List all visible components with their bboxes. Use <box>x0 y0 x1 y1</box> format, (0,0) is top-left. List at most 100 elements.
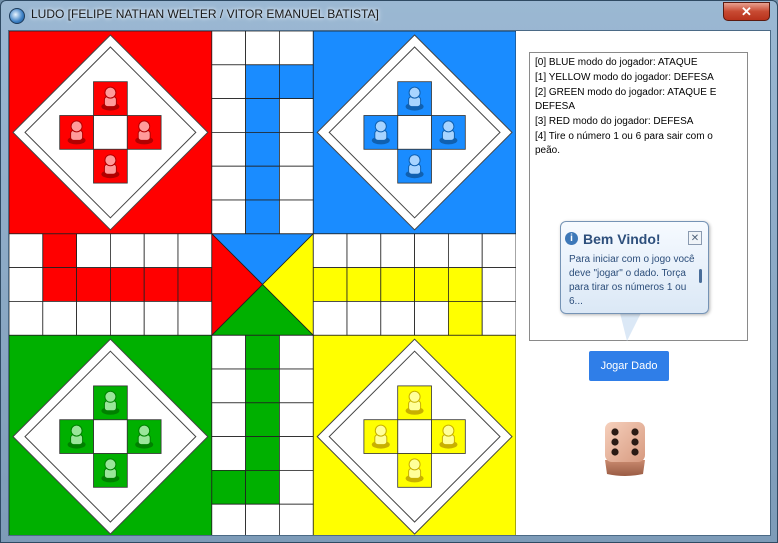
track-cell <box>278 469 314 505</box>
red-pawn-head <box>104 86 117 99</box>
track-cell <box>245 368 280 404</box>
track-cell <box>143 267 179 302</box>
track-cell <box>380 233 415 269</box>
message-line: [3] RED modo do jogador: DEFESA <box>535 116 694 127</box>
yellow-pawn-head <box>408 458 421 471</box>
track-cell <box>76 267 111 302</box>
dice-pip <box>611 448 619 456</box>
yellow-pawn-head <box>374 424 387 437</box>
track-cell <box>278 132 314 167</box>
green-pawn-head <box>138 424 151 437</box>
track-cell <box>447 300 483 336</box>
red-pawn-head <box>138 120 151 133</box>
track-cell <box>346 267 382 302</box>
dice-pip <box>631 448 639 456</box>
track-cell <box>380 300 415 336</box>
track-cell <box>278 31 314 66</box>
blue-pawn-head <box>442 120 455 133</box>
blue-pawn-head <box>408 154 421 167</box>
track-cell <box>245 132 280 167</box>
track-cell <box>177 267 213 302</box>
track-cell <box>245 31 280 66</box>
dice-icon[interactable] <box>601 420 649 478</box>
message-line: [4] Tire o número 1 ou 6 para sair com o <box>535 131 713 142</box>
track-cell <box>245 503 280 535</box>
track-cell <box>312 300 348 336</box>
track-cell <box>9 300 44 336</box>
track-cell <box>211 402 247 437</box>
blue-pawn-head <box>408 86 421 99</box>
title-bar[interactable]: LUDO [FELIPE NATHAN WELTER / VITOR EMANU… <box>1 1 777 29</box>
ludo-board[interactable] <box>9 31 516 536</box>
track-cell <box>245 334 280 370</box>
dice-pip <box>611 438 619 446</box>
yellow-pawn-head <box>442 424 455 437</box>
message-line: DEFESA <box>535 101 576 112</box>
tooltip-title: Bem Vindo! <box>583 231 661 247</box>
track-cell <box>278 64 314 99</box>
track-cell <box>278 165 314 201</box>
track-cell <box>9 267 44 302</box>
red-pawn-head <box>70 120 83 133</box>
green-pawn-head <box>104 458 117 471</box>
track-cell <box>177 300 213 336</box>
green-home-center <box>93 419 128 454</box>
yellow-pawn-head <box>408 390 421 403</box>
message-line: [2] GREEN modo do jogador: ATAQUE E <box>535 87 717 98</box>
track-cell <box>245 165 280 201</box>
tooltip-tail <box>620 313 641 341</box>
yellow-home-center <box>397 419 432 454</box>
message-line: peão. <box>535 145 561 156</box>
track-cell <box>481 233 516 269</box>
track-cell <box>245 469 280 505</box>
track-cell <box>211 368 247 404</box>
track-cell <box>211 165 247 201</box>
track-cell <box>110 267 145 302</box>
green-pawn-head <box>104 390 117 403</box>
track-cell <box>380 267 415 302</box>
message-line: [0] BLUE modo do jogador: ATAQUE <box>535 57 698 68</box>
track-cell <box>414 267 449 302</box>
track-cell <box>211 334 247 370</box>
track-cell <box>481 267 516 302</box>
track-cell <box>9 233 44 269</box>
track-cell <box>110 233 145 269</box>
track-cell <box>177 233 213 269</box>
roll-dice-button[interactable]: Jogar Dado <box>589 351 669 381</box>
track-cell <box>278 503 314 535</box>
track-cell <box>211 98 247 133</box>
info-icon: i <box>565 232 578 245</box>
green-pawn-head <box>70 424 83 437</box>
track-cell <box>414 233 449 269</box>
track-cell <box>278 368 314 404</box>
welcome-tooltip[interactable]: i Bem Vindo! ✕ Para iniciar com o jogo v… <box>560 221 709 314</box>
track-cell <box>245 436 280 471</box>
track-cell <box>42 233 77 269</box>
track-cell <box>346 300 382 336</box>
track-cell <box>447 233 483 269</box>
track-cell <box>346 233 382 269</box>
client-area: [0] BLUE modo do jogador: ATAQUE [1] YEL… <box>8 30 771 536</box>
tooltip-body: Para iniciar com o jogo você deve "jogar… <box>569 254 695 307</box>
track-cell <box>211 199 247 235</box>
track-cell <box>245 98 280 133</box>
track-cell <box>143 300 179 336</box>
track-cell <box>211 469 247 505</box>
dice-pip <box>631 428 639 436</box>
close-button[interactable]: ✕ <box>723 2 770 21</box>
message-line: [1] YELLOW modo do jogador: DEFESA <box>535 72 714 83</box>
red-pawn-head <box>104 154 117 167</box>
tooltip-scrollbar[interactable] <box>699 269 702 283</box>
track-cell <box>414 300 449 336</box>
track-cell <box>245 64 280 99</box>
track-cell <box>278 98 314 133</box>
track-cell <box>211 31 247 66</box>
track-cell <box>110 300 145 336</box>
tooltip-close-button[interactable]: ✕ <box>688 231 702 245</box>
track-cell <box>245 402 280 437</box>
track-cell <box>211 503 247 535</box>
track-cell <box>211 436 247 471</box>
track-cell <box>312 233 348 269</box>
track-cell <box>312 267 348 302</box>
dice-pip <box>611 428 619 436</box>
